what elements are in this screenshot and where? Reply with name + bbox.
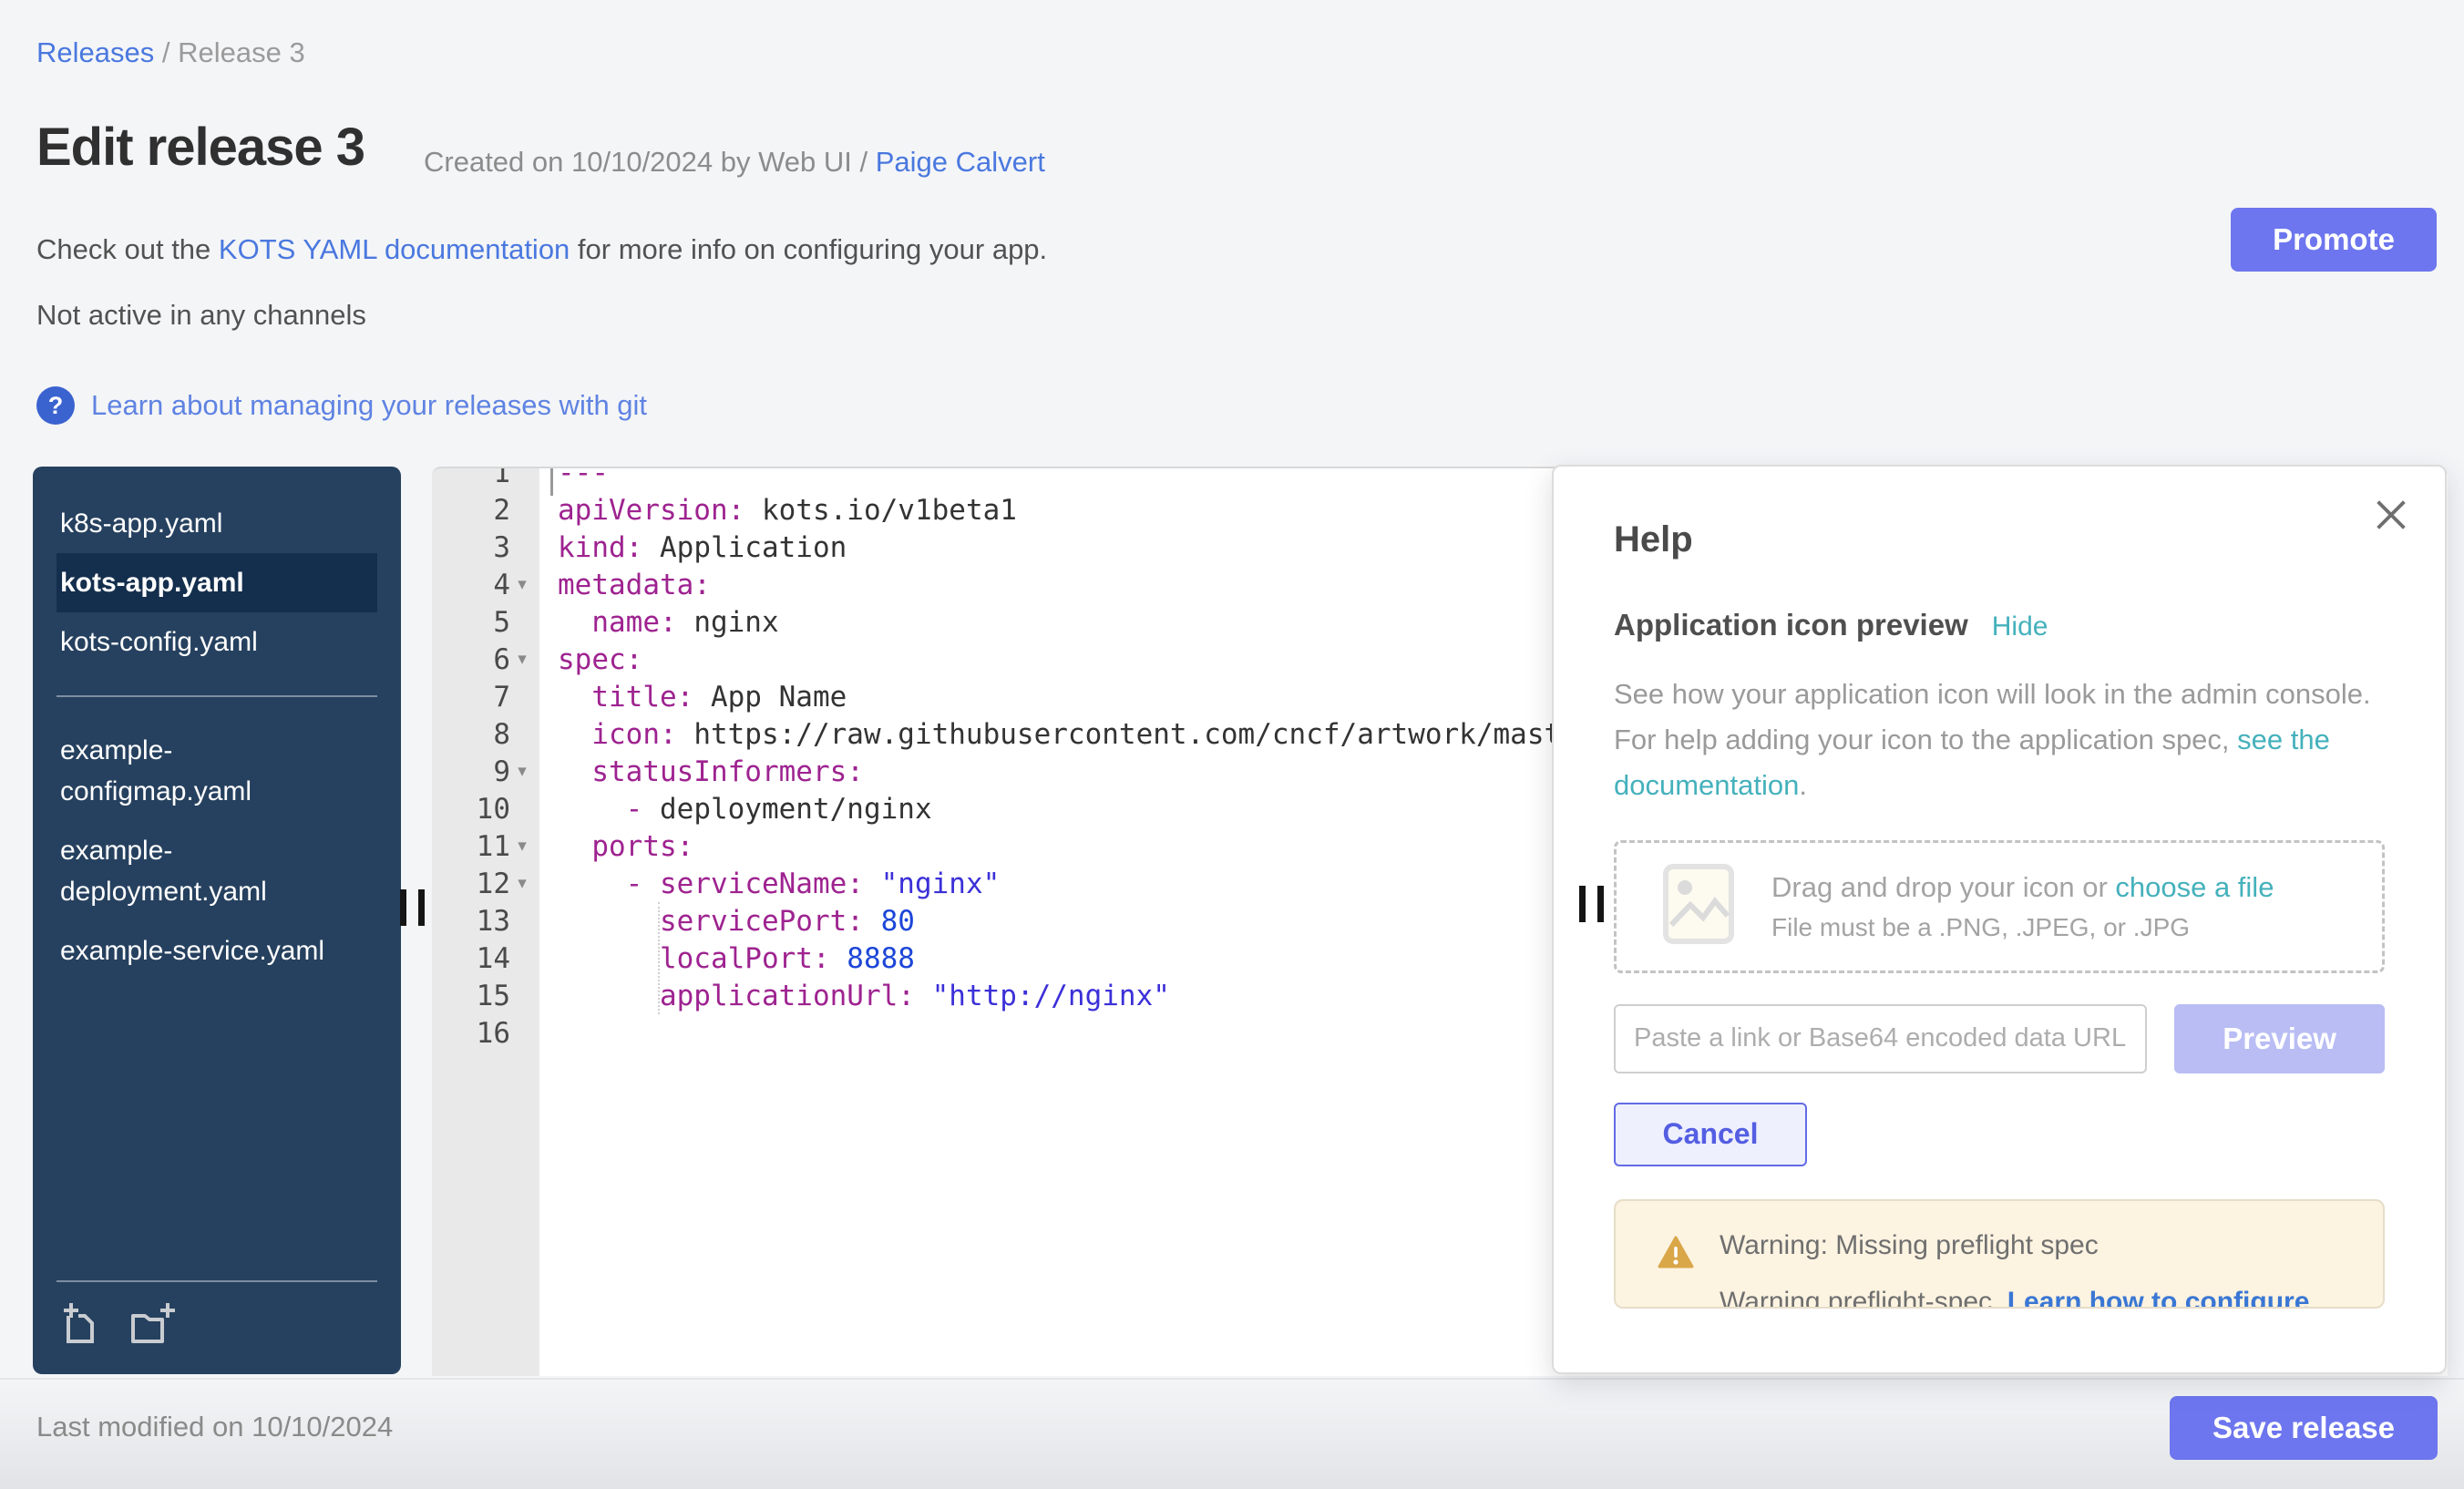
code-text: name: nginx: [539, 606, 779, 639]
line-number: 11▾: [432, 830, 539, 863]
fold-caret-icon[interactable]: ▾: [510, 574, 534, 595]
file-list: k8s-app.yamlkots-app.yamlkots-config.yam…: [56, 494, 377, 981]
sidebar-file-example-service.yaml[interactable]: example-service.yaml: [56, 921, 364, 981]
code-text: localPort: 8888: [539, 942, 915, 975]
warning-title: Warning: Missing preflight spec: [1720, 1230, 2099, 1261]
warning-detail-text: Warning preflight-spec.: [1720, 1287, 2007, 1309]
sidebar-file-example-deployment.yaml[interactable]: example-deployment.yaml: [56, 821, 364, 921]
file-tree-sidebar: k8s-app.yamlkots-app.yamlkots-config.yam…: [33, 467, 401, 1374]
learn-configure-link[interactable]: Learn how to configure: [2007, 1287, 2310, 1309]
code-text: servicePort: 80: [539, 905, 915, 938]
line-number: 5: [432, 606, 539, 639]
sidebar-resize-handle[interactable]: [400, 889, 425, 926]
line-number: 6▾: [432, 643, 539, 676]
code-text: ports:: [539, 830, 693, 863]
doc-hint-prefix: Check out the: [36, 233, 219, 265]
created-info: Created on 10/10/2024 by Web UI / Paige …: [424, 146, 1045, 179]
file-list-divider: [56, 695, 377, 697]
last-modified: Last modified on 10/10/2024: [36, 1411, 393, 1443]
code-text: kind: Application: [539, 531, 847, 564]
icon-drop-zone[interactable]: Drag and drop your icon or choose a file…: [1614, 840, 2385, 973]
page-title: Edit release 3: [36, 117, 364, 178]
fold-caret-icon[interactable]: ▾: [510, 836, 534, 857]
help-resize-handle[interactable]: [1579, 886, 1604, 922]
sidebar-file-kots-app.yaml[interactable]: kots-app.yaml: [56, 553, 377, 612]
line-number: 8: [432, 718, 539, 751]
breadcrumb-separator: /: [154, 36, 178, 68]
warning-banner: Warning: Missing preflight spec Warning …: [1614, 1199, 2385, 1309]
code-text: metadata:: [539, 569, 711, 601]
fold-caret-icon[interactable]: ▾: [510, 761, 534, 782]
edit-release-page: Releases / Release 3 Edit release 3 Crea…: [0, 0, 2464, 1489]
code-text: icon: https://raw.githubusercontent.com/…: [539, 718, 1612, 751]
doc-hint-suffix: for more info on configuring your app.: [570, 233, 1047, 265]
git-help-row: ? Learn about managing your releases wit…: [36, 386, 647, 425]
line-number: 14: [432, 942, 539, 975]
line-number: 16: [432, 1017, 539, 1050]
code-text: title: App Name: [539, 681, 847, 714]
line-number: 2: [432, 494, 539, 527]
breadcrumb-current: Release 3: [178, 36, 305, 68]
code-text: - serviceName: "nginx": [539, 868, 1000, 900]
help-title: Help: [1614, 519, 2385, 560]
add-file-icon[interactable]: [56, 1300, 104, 1352]
sidebar-file-k8s-app.yaml[interactable]: k8s-app.yaml: [56, 494, 364, 553]
breadcrumb-releases-link[interactable]: Releases: [36, 36, 154, 68]
line-number: 4▾: [432, 569, 539, 601]
warning-triangle-icon: [1658, 1236, 1694, 1273]
icon-url-input[interactable]: [1614, 1004, 2147, 1073]
breadcrumb: Releases / Release 3: [36, 36, 305, 69]
created-text: Created on 10/10/2024 by Web UI /: [424, 146, 876, 178]
code-text: - deployment/nginx: [539, 793, 932, 826]
preview-button[interactable]: Preview: [2174, 1004, 2385, 1073]
line-number: 3: [432, 531, 539, 564]
drop-instruction: Drag and drop your icon or: [1771, 871, 2115, 903]
git-releases-link[interactable]: Learn about managing your releases with …: [91, 389, 647, 422]
text-cursor: [550, 468, 553, 496]
help-panel: Help Application icon preview Hide See h…: [1552, 465, 2447, 1374]
sidebar-file-example-configmap.yaml[interactable]: example-configmap.yaml: [56, 721, 364, 821]
code-text: spec:: [539, 643, 642, 676]
help-description-period: .: [1799, 769, 1807, 801]
add-folder-icon[interactable]: [126, 1300, 177, 1352]
kots-yaml-doc-link[interactable]: KOTS YAML documentation: [219, 233, 570, 265]
cancel-button[interactable]: Cancel: [1614, 1103, 1807, 1166]
choose-file-link[interactable]: choose a file: [2115, 871, 2274, 903]
sidebar-bottom: [56, 1280, 377, 1352]
code-text: apiVersion: kots.io/v1beta1: [539, 494, 1017, 527]
hide-link[interactable]: Hide: [1992, 611, 2048, 642]
line-number: 15: [432, 980, 539, 1012]
question-mark-icon: ?: [36, 386, 75, 425]
code-text: applicationUrl: "http://nginx": [539, 980, 1170, 1012]
fold-caret-icon[interactable]: ▾: [510, 649, 534, 670]
promote-button[interactable]: Promote: [2231, 208, 2437, 272]
created-author-link[interactable]: Paige Calvert: [876, 146, 1045, 178]
warning-detail: Warning preflight-spec. Learn how to con…: [1720, 1287, 2309, 1309]
fold-caret-icon[interactable]: ▾: [510, 873, 534, 894]
indent-guide: [658, 902, 660, 1014]
line-number: 13: [432, 905, 539, 938]
doc-hint: Check out the KOTS YAML documentation fo…: [36, 233, 1047, 266]
line-number: 1: [432, 467, 539, 489]
save-release-button[interactable]: Save release: [2170, 1396, 2438, 1460]
image-placeholder-icon: [1662, 863, 1735, 950]
line-number: 10: [432, 793, 539, 826]
sidebar-file-kots-config.yaml[interactable]: kots-config.yaml: [56, 612, 364, 672]
line-number: 7: [432, 681, 539, 714]
help-description: See how your application icon will look …: [1614, 672, 2390, 809]
file-requirements: File must be a .PNG, .JPEG, or .JPG: [1771, 913, 2274, 942]
close-icon[interactable]: [2370, 494, 2412, 536]
code-text: statusInformers:: [539, 755, 864, 788]
line-number: 9▾: [432, 755, 539, 788]
footer-divider: [0, 1378, 2464, 1380]
channel-status: Not active in any channels: [36, 299, 366, 332]
sidebar-divider: [56, 1280, 377, 1282]
icon-preview-title: Application icon preview: [1614, 608, 1968, 642]
line-number: 12▾: [432, 868, 539, 900]
